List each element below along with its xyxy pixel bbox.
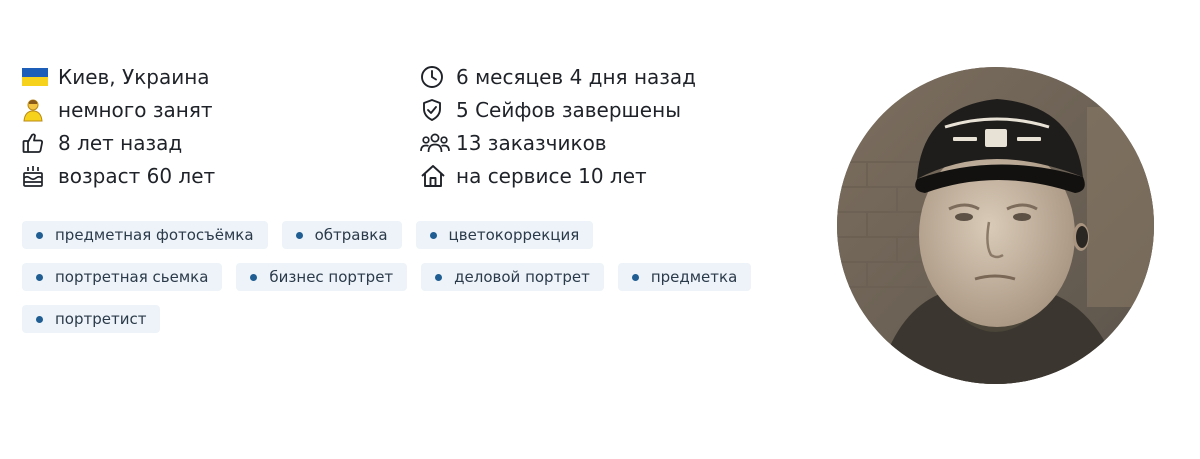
safe-deals-row: 5 Сейфов завершены: [420, 93, 696, 126]
skill-tag[interactable]: портретист: [22, 305, 161, 333]
skill-tag[interactable]: бизнес портрет: [236, 263, 408, 291]
skill-tag-label: портретная сьемка: [55, 268, 209, 286]
registered-row: 8 лет назад: [22, 126, 215, 159]
skill-tag-label: бизнес портрет: [269, 268, 394, 286]
profile-info-right-column: 6 месяцев 4 дня назад 5 Сейфов завершены: [420, 60, 696, 192]
thumbs-up-icon: [22, 130, 52, 156]
skill-tag-label: обтравка: [314, 226, 388, 244]
availability-text: немного занят: [58, 97, 213, 122]
avatar-photo: [837, 67, 1154, 384]
last-seen-row: 6 месяцев 4 дня назад: [420, 60, 696, 93]
clients-row: 13 заказчиков: [420, 126, 696, 159]
skill-tag[interactable]: предметка: [617, 263, 752, 291]
profile-info-left-column: Киев, Украина немного занят 8 лет назад …: [22, 60, 215, 192]
clock-icon: [420, 64, 450, 90]
freelancer-profile-card: Киев, Украина немного занят 8 лет назад …: [0, 0, 1200, 459]
skill-tags-row: портретная сьемка бизнес портрет деловой…: [22, 263, 782, 291]
availability-row: немного занят: [22, 93, 215, 126]
bullet-dot-icon: [36, 273, 43, 281]
skill-tags-row: предметная фотосъёмка обтравка цветокорр…: [22, 221, 782, 249]
bullet-dot-icon: [435, 273, 443, 281]
skill-tag[interactable]: деловой портрет: [421, 263, 604, 291]
home-icon: [420, 163, 450, 189]
clients-text: 13 заказчиков: [456, 130, 607, 155]
skill-tag-label: деловой портрет: [454, 268, 590, 286]
bullet-dot-icon: [36, 315, 43, 323]
person-status-icon: [22, 97, 52, 123]
skill-tag[interactable]: обтравка: [281, 221, 402, 249]
birthday-cake-icon: [22, 163, 52, 189]
skill-tag[interactable]: цветокоррекция: [415, 221, 594, 249]
location-text: Киев, Украина: [58, 64, 210, 89]
bullet-dot-icon: [631, 273, 639, 281]
skill-tag-label: цветокоррекция: [448, 226, 580, 244]
skill-tag-label: предметная фотосъёмка: [55, 226, 254, 244]
bullet-dot-icon: [250, 273, 258, 281]
avatar[interactable]: [837, 67, 1154, 384]
profile-info-grid: Киев, Украина немного занят 8 лет назад …: [22, 60, 762, 195]
skill-tag[interactable]: портретная сьемка: [22, 263, 223, 291]
bullet-dot-icon: [295, 231, 303, 239]
bullet-dot-icon: [36, 231, 43, 239]
skill-tags: предметная фотосъёмка обтравка цветокорр…: [22, 221, 782, 347]
on-service-row: на сервисе 10 лет: [420, 159, 696, 192]
age-text: возраст 60 лет: [58, 163, 216, 188]
on-service-text: на сервисе 10 лет: [456, 163, 647, 188]
skill-tag-label: портретист: [55, 310, 147, 328]
skill-tag-label: предметка: [650, 268, 738, 286]
shield-check-icon: [420, 97, 450, 123]
registered-text: 8 лет назад: [58, 130, 183, 155]
safe-deals-text: 5 Сейфов завершены: [456, 97, 681, 122]
users-group-icon: [420, 130, 450, 156]
ukraine-flag-icon: [22, 64, 52, 90]
location-row: Киев, Украина: [22, 60, 215, 93]
age-row: возраст 60 лет: [22, 159, 215, 192]
skill-tag[interactable]: предметная фотосъёмка: [22, 221, 268, 249]
last-seen-text: 6 месяцев 4 дня назад: [456, 64, 696, 89]
bullet-dot-icon: [429, 231, 437, 239]
skill-tags-row: портретист: [22, 305, 782, 333]
